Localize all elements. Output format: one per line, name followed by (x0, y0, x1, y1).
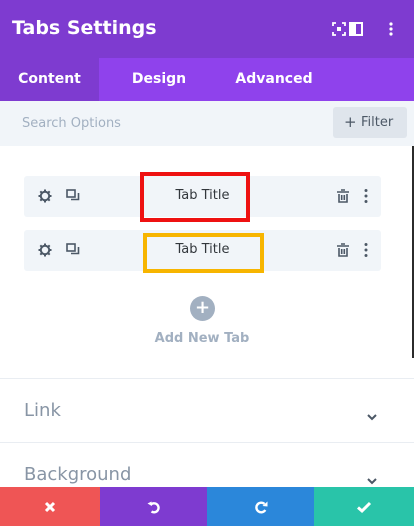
sidebar-layout-icon[interactable] (348, 21, 364, 37)
more-vertical-icon[interactable] (383, 21, 399, 37)
more-vertical-icon[interactable] (363, 187, 369, 205)
settings-tabs: Content Design Advanced (0, 58, 414, 101)
undo-button[interactable] (100, 487, 207, 526)
action-footer (0, 487, 414, 526)
tab-advanced[interactable]: Advanced (228, 58, 320, 101)
discard-button[interactable] (0, 487, 100, 526)
redo-button[interactable] (207, 487, 314, 526)
close-icon (44, 501, 56, 512)
tab-design[interactable]: Design (121, 58, 197, 101)
highlight-box-red (140, 172, 250, 222)
plus-icon: + (344, 113, 357, 131)
trash-icon[interactable] (336, 243, 350, 257)
section-link[interactable]: Link (0, 379, 414, 441)
more-vertical-icon[interactable] (363, 241, 369, 259)
expand-icon[interactable] (331, 21, 347, 37)
section-title: Background (24, 464, 132, 485)
section-title: Link (24, 400, 61, 421)
highlight-box-yellow (143, 233, 264, 273)
chevron-down-icon[interactable] (365, 407, 379, 421)
modal-title: Tabs Settings (12, 17, 157, 39)
filter-label: Filter (361, 115, 394, 130)
add-new-tab-label[interactable]: Add New Tab (0, 331, 404, 346)
modal-header: Tabs Settings (0, 0, 414, 58)
redo-icon (254, 501, 267, 513)
trash-icon[interactable] (336, 189, 350, 203)
undo-icon (147, 501, 160, 513)
tab-content[interactable]: Content (0, 58, 99, 101)
check-icon (357, 501, 372, 513)
filter-button[interactable]: + Filter (333, 107, 407, 138)
add-tab-icon[interactable]: + (190, 296, 215, 321)
search-input[interactable]: Search Options (22, 116, 121, 131)
chevron-down-icon[interactable] (365, 471, 379, 485)
save-button[interactable] (314, 487, 414, 526)
